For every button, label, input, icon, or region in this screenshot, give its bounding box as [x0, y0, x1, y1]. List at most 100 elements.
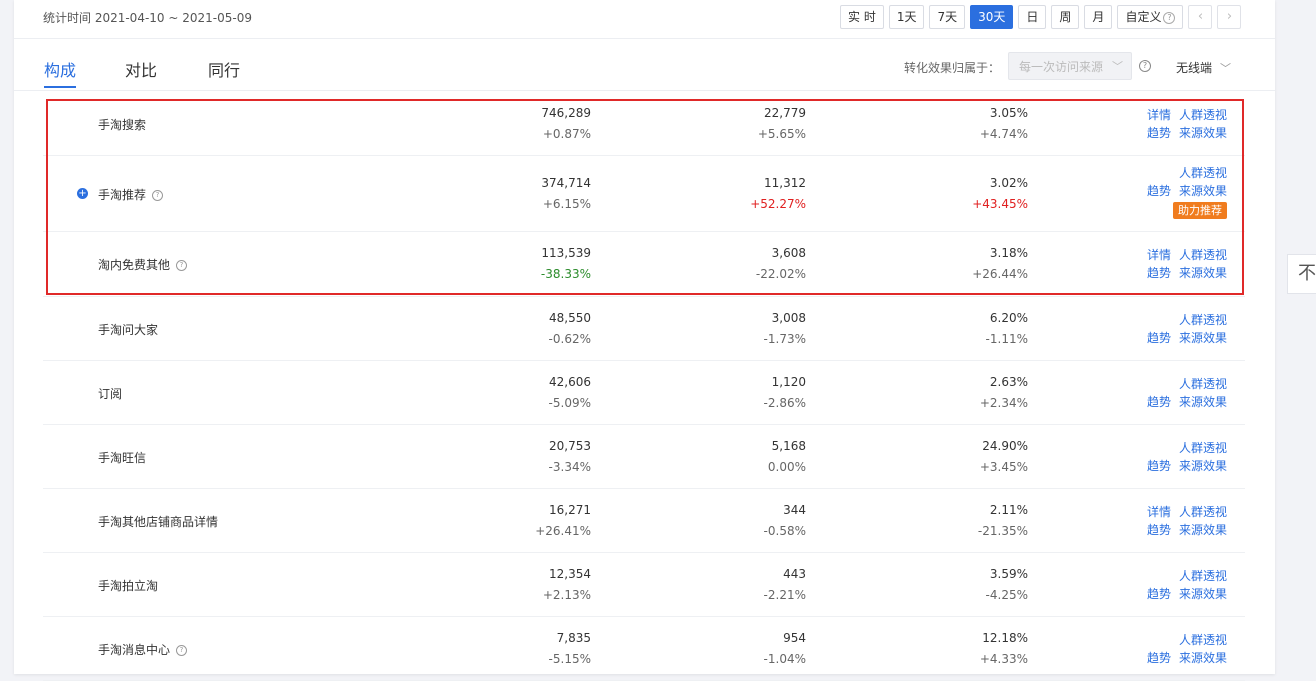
detail-link[interactable]: 详情 — [1147, 248, 1171, 262]
back-to-top-icon[interactable]: 不 — [1287, 254, 1316, 294]
metric-value: 113,539 — [541, 246, 591, 260]
source-label: 订阅 — [98, 386, 123, 401]
metric-change: -2.21% — [763, 587, 806, 602]
row-actions: 人群透视 趋势 来源效果助力推荐 — [1139, 164, 1227, 219]
trend-link[interactable]: 趋势 — [1147, 587, 1171, 601]
crowd-link[interactable]: 人群透视 — [1179, 108, 1227, 122]
metric-change: +43.45% — [972, 196, 1028, 211]
metric-change: +52.27% — [750, 196, 806, 211]
attribution-select[interactable]: 每一次访问来源 ﹀ — [1008, 52, 1132, 80]
expand-icon[interactable]: + — [77, 187, 88, 199]
crowd-link[interactable]: 人群透视 — [1179, 441, 1227, 455]
range-button[interactable]: 周 — [1051, 5, 1080, 29]
metric-cell: 16,271 +26.41% — [535, 500, 591, 542]
boost-badge[interactable]: 助力推荐 — [1173, 202, 1227, 219]
source-label: 手淘旺信 — [98, 450, 147, 465]
chevron-down-icon: ﹀ — [1112, 60, 1123, 73]
trend-link[interactable]: 趋势 — [1147, 331, 1171, 345]
metric-cell: 6.20% -1.11% — [986, 308, 1028, 350]
effect-link[interactable]: 来源效果 — [1179, 184, 1227, 198]
metric-value: 24.90% — [982, 438, 1028, 453]
help-icon[interactable]: ? — [176, 260, 188, 271]
metric-value: 3.59% — [989, 566, 1028, 581]
metric-cell: 11,312 +52.27% — [750, 173, 806, 215]
metric-value: 443 — [783, 566, 806, 581]
range-button[interactable]: 日 — [1018, 5, 1047, 29]
trend-link[interactable]: 趋势 — [1147, 459, 1171, 473]
prev-button[interactable]: ‹ — [1188, 5, 1213, 29]
source-name: 手淘拍立淘 — [98, 577, 158, 594]
metric-change: -22.02% — [755, 267, 806, 281]
trend-link[interactable]: 趋势 — [1147, 126, 1171, 140]
help-icon[interactable]: ? — [176, 644, 188, 656]
crowd-link[interactable]: 人群透视 — [1179, 166, 1227, 180]
crowd-link[interactable]: 人群透视 — [1179, 633, 1227, 647]
crowd-link[interactable]: 人群透视 — [1179, 569, 1227, 583]
metric-value: 11,312 — [764, 175, 806, 190]
trend-link[interactable]: 趋势 — [1147, 651, 1171, 665]
metric-cell: 954 -1.04% — [764, 628, 806, 670]
device-select[interactable]: 无线端 ﹀ — [1176, 59, 1231, 76]
metric-change: +2.13% — [542, 587, 591, 602]
metric-value: 746,289 — [541, 105, 591, 120]
table-row: 手淘搜索 746,289 +0.87% 22,779 +5.65% 3.05% +4.74%… — [43, 92, 1245, 156]
range-button[interactable]: 7天 — [929, 5, 966, 29]
range-button[interactable]: 1天 — [888, 5, 925, 29]
effect-link[interactable]: 来源效果 — [1179, 266, 1227, 280]
metric-change: +0.87% — [542, 126, 591, 141]
metric-change: -21.35% — [977, 523, 1028, 538]
metric-cell: 22,779 +5.65% — [758, 103, 806, 145]
metric-change: +4.33% — [979, 651, 1028, 666]
metric-change: -1.04% — [763, 651, 806, 666]
trend-link[interactable]: 趋势 — [1147, 266, 1171, 280]
metric-value: 3,608 — [771, 246, 806, 260]
tab-composition[interactable]: 构成 — [44, 57, 76, 81]
metric-value: 3,008 — [771, 310, 806, 325]
metric-cell: 1,120 -2.86% — [764, 372, 806, 414]
effect-link[interactable]: 来源效果 — [1179, 126, 1227, 140]
table-row: + 手淘推荐? 374,714 +6.15% 11,312 +52.27% 3.02% +43… — [43, 156, 1245, 232]
range-button[interactable]: 30天 — [970, 5, 1014, 29]
tab-compare[interactable]: 对比 — [125, 57, 157, 81]
metric-cell: 443 -2.21% — [764, 564, 806, 606]
tab-peers[interactable]: 同行 — [208, 57, 240, 81]
metric-change: -0.58% — [763, 523, 806, 538]
source-label: 手淘其他店铺商品详情 — [98, 514, 219, 529]
table-row: 订阅 42,606 -5.09% 1,120 -2.86% 2.63% +2.34% 人群透视… — [43, 361, 1245, 425]
help-icon[interactable]: ? — [152, 189, 164, 201]
effect-link[interactable]: 来源效果 — [1179, 459, 1227, 473]
range-button[interactable]: 月 — [1084, 5, 1113, 29]
detail-link[interactable]: 详情 — [1147, 505, 1171, 519]
crowd-link[interactable]: 人群透视 — [1179, 313, 1227, 327]
effect-link[interactable]: 来源效果 — [1179, 395, 1227, 409]
metric-value: 1,120 — [771, 374, 806, 389]
trend-link[interactable]: 趋势 — [1147, 523, 1171, 537]
trend-link[interactable]: 趋势 — [1147, 395, 1171, 409]
metric-cell: 24.90% +3.45% — [980, 436, 1028, 478]
crowd-link[interactable]: 人群透视 — [1179, 505, 1227, 519]
metric-cell: 3.02% +43.45% — [972, 173, 1028, 215]
metric-change: -38.33% — [540, 267, 591, 281]
effect-link[interactable]: 来源效果 — [1179, 523, 1227, 537]
range-button[interactable]: 实 时 — [840, 5, 884, 29]
effect-link[interactable]: 来源效果 — [1179, 651, 1227, 665]
trend-link[interactable]: 趋势 — [1147, 184, 1171, 198]
crowd-link[interactable]: 人群透视 — [1179, 377, 1227, 391]
device-value: 无线端 — [1176, 61, 1213, 75]
metric-cell: 5,168 0.00% — [768, 436, 806, 478]
metric-value: 5,168 — [771, 438, 806, 453]
detail-link[interactable]: 详情 — [1147, 108, 1171, 122]
source-name: 手淘问大家 — [98, 321, 158, 338]
next-button[interactable]: › — [1217, 5, 1242, 29]
custom-range-button[interactable]: 自定义? — [1117, 5, 1184, 29]
effect-link[interactable]: 来源效果 — [1179, 331, 1227, 345]
source-name: 手淘消息中心? — [98, 641, 188, 658]
source-label: 手淘推荐 — [98, 187, 147, 202]
metric-value: 6.20% — [989, 310, 1028, 325]
help-icon[interactable]: ? — [1139, 60, 1151, 72]
metric-cell: 2.11% -21.35% — [978, 500, 1028, 542]
metric-change: +2.34% — [979, 395, 1028, 410]
metric-value: 3.18% — [989, 246, 1028, 260]
effect-link[interactable]: 来源效果 — [1179, 587, 1227, 601]
crowd-link[interactable]: 人群透视 — [1179, 248, 1227, 262]
